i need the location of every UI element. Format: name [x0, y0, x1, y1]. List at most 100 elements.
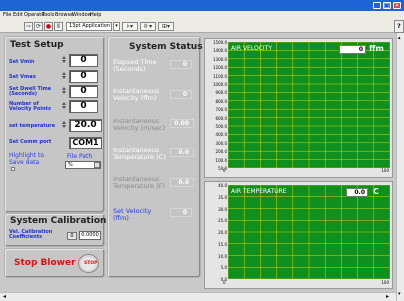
y-tick-label: 1500.0 — [213, 40, 227, 45]
y-tick-label: 600.0 — [215, 115, 227, 121]
menu-file[interactable]: File — [3, 12, 11, 18]
reorder-icon[interactable]: ⊞▾ — [158, 22, 174, 31]
air-velocity-unit: ffm — [369, 44, 384, 53]
calibration-value[interactable]: 0.0000 — [79, 231, 101, 240]
align-objects-icon[interactable]: ⊧▾ — [122, 22, 138, 31]
y-tick-label: 40.0 — [218, 183, 227, 188]
maximize-icon[interactable]: □ — [383, 2, 391, 9]
y-tick-label: 400.0 — [215, 132, 227, 138]
file-path-label: File Path — [67, 153, 93, 160]
browse-folder-icon[interactable] — [94, 162, 100, 168]
vel-calibration-label: Vel. Calibration Coefficients — [9, 229, 53, 241]
y-tick-label: 1300.0 — [213, 56, 227, 62]
distribute-objects-icon[interactable]: ⊪▾ — [140, 22, 156, 31]
air-velocity-chart: 1500.0 1400.0 1300.0 1200.0 1100.0 1000.0 900.… — [204, 38, 393, 178]
menu-help[interactable]: Help — [90, 12, 101, 18]
air-velocity-x-max: 100 — [381, 168, 389, 173]
inst-temp-c-label: Instantaneous Temperature (C) — [113, 146, 166, 161]
toolbar: ⇨ ⟳ ● Ⅱ 13pt Application Font ▾ ⊧▾ ⊪▾ ⊞▾ — [0, 21, 404, 33]
comm-port-select[interactable]: COM1 — [69, 137, 102, 149]
comm-port-label: Set Comm port — [9, 139, 52, 145]
scroll-down-icon[interactable]: ▾ — [398, 291, 401, 297]
set-vmax-spinner-icon[interactable] — [62, 71, 68, 82]
y-tick-label: 1000.0 — [213, 82, 227, 87]
y-tick-label: 200.0 — [215, 149, 227, 155]
stop-button-label: STOP — [84, 261, 98, 266]
stop-button[interactable]: STOP — [78, 254, 99, 273]
abort-stop-icon[interactable]: ● — [44, 22, 53, 31]
context-help-icon[interactable]: ? — [394, 20, 404, 33]
y-tick-label: 35.0 — [218, 194, 227, 200]
font-dropdown-icon[interactable]: ▾ — [113, 22, 120, 31]
menu-edit[interactable]: Edit — [13, 12, 23, 18]
menu-window[interactable]: Window — [72, 12, 92, 18]
air-velocity-title: AIR VELOCITY — [231, 45, 272, 52]
minimize-icon[interactable]: _ — [373, 2, 381, 9]
y-tick-label: 700.0 — [215, 107, 227, 113]
y-tick-label: 800.0 — [215, 98, 227, 104]
velocity-points-spinner-icon[interactable] — [62, 101, 68, 112]
run-continuous-icon[interactable]: ⟳ — [34, 22, 43, 31]
y-tick-label: 10.0 — [218, 253, 227, 259]
calibration-index[interactable]: 0 — [67, 232, 77, 240]
dwell-time-spinner-icon[interactable] — [62, 86, 68, 97]
set-temperature-input[interactable]: 20.0 — [69, 119, 102, 132]
stop-blower-panel: Stop Blower STOP — [4, 248, 105, 278]
y-tick-label: 500.0 — [215, 124, 227, 129]
y-tick-label: 1100.0 — [213, 73, 227, 79]
menu-browse[interactable]: Browse — [55, 12, 73, 18]
test-setup-panel: Test Setup Set Vmin 0 Set Vmax 0 Set Dwe… — [4, 36, 105, 213]
horizontal-scrollbar[interactable]: ◂ ▸ — [0, 292, 396, 301]
save-data-checkbox[interactable] — [11, 167, 15, 171]
system-calibration-panel: System Calibration Vel. Calibration Coef… — [4, 213, 107, 247]
air-temperature-x-max: 100 — [381, 280, 389, 285]
air-temperature-grid — [228, 185, 390, 279]
y-tick-label: 900.0 — [215, 90, 227, 96]
inst-temp-f-value: 0.0 — [170, 178, 194, 187]
y-tick-label: 20.0 — [218, 230, 227, 235]
scroll-left-icon[interactable]: ◂ — [3, 293, 6, 300]
elapsed-time-value: 0 — [170, 60, 192, 69]
inst-velocity-fpm-value: 0 — [170, 90, 192, 99]
velocity-points-input[interactable]: 0 — [69, 100, 98, 113]
air-temperature-title: AIR TEMPERATURE — [231, 188, 287, 195]
save-data-label: Highlight to Save data — [9, 152, 45, 166]
font-select[interactable]: 13pt Application Font — [66, 22, 112, 31]
set-temperature-label: set temperature — [9, 123, 56, 129]
air-temperature-plot-area[interactable]: AIR TEMPERATURE 0.0 C — [228, 185, 390, 279]
inst-temp-c-value: 0.0 — [170, 148, 194, 157]
menu-bar: File Edit Operate Tools Browse Window He… — [0, 11, 404, 21]
stop-blower-label: Stop Blower — [14, 258, 76, 268]
inst-velocity-ms-label: Instantaneous Velocity (m/sec) — [113, 117, 166, 132]
system-status-panel: System Status Elapsed Time (Seconds) 0 I… — [107, 36, 203, 278]
menu-tools[interactable]: Tools — [42, 12, 54, 18]
set-vmax-label: Set Vmax — [9, 74, 36, 80]
elapsed-time-label: Elapsed Time (Seconds) — [113, 58, 157, 73]
set-vmin-label: Set Vmin — [9, 59, 35, 65]
test-setup-title: Test Setup — [10, 40, 64, 50]
set-vmin-input[interactable]: 0 — [69, 54, 98, 67]
y-tick-label: 15.0 — [218, 241, 227, 247]
air-velocity-current-value: 0 — [339, 45, 366, 54]
close-icon[interactable]: × — [393, 2, 401, 9]
title-bar: _ □ × — [0, 0, 404, 11]
scroll-right-icon[interactable]: ▸ — [386, 293, 389, 300]
scroll-up-icon[interactable]: ▴ — [398, 35, 401, 41]
run-arrow-icon[interactable]: ⇨ — [24, 22, 33, 31]
calibration-title: System Calibration — [10, 216, 107, 226]
air-velocity-grid — [228, 42, 390, 168]
air-temperature-current-value: 0.0 — [346, 188, 368, 197]
y-tick-label: 1200.0 — [213, 65, 227, 71]
pause-icon[interactable]: Ⅱ — [54, 22, 63, 31]
air-velocity-plot-area[interactable]: AIR VELOCITY 0 ffm — [228, 42, 390, 168]
vertical-scrollbar[interactable]: ▴ ▾ — [396, 33, 404, 301]
set-velocity-value: 0 — [170, 208, 192, 217]
set-vmax-input[interactable]: 0 — [69, 70, 98, 83]
y-tick-label: 100.0 — [215, 157, 227, 163]
air-temperature-chart: 40.0 35.0 30.0 25.0 20.0 15.0 10.0 5.0 0.0 AIR T… — [204, 181, 393, 289]
set-velocity-label: Set Velocity (ffm) — [113, 207, 152, 222]
set-temperature-spinner-icon[interactable] — [62, 120, 68, 131]
air-temperature-x-min: 0 — [223, 280, 226, 285]
set-vmin-spinner-icon[interactable] — [62, 55, 68, 66]
dwell-time-input[interactable]: 0 — [69, 85, 98, 98]
